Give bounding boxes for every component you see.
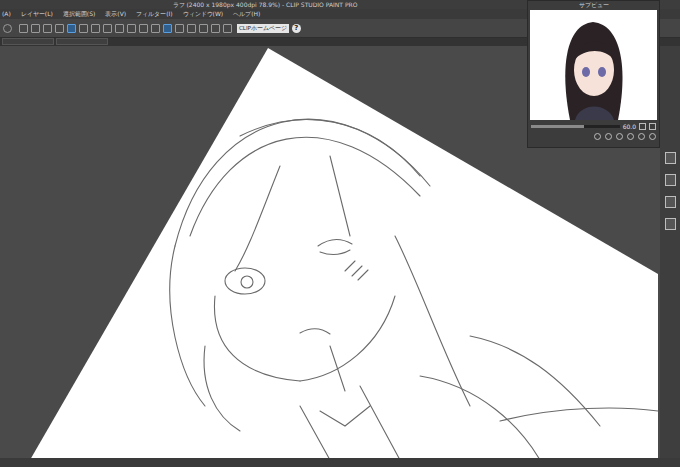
window-title: ラフ (2400 x 1980px 400dpi 78.9%) - CLIP S…	[173, 0, 358, 9]
menu-item[interactable]: レイヤー(L)	[21, 9, 53, 19]
tool-icon[interactable]	[151, 24, 160, 33]
subview-panel[interactable]: サブビュー 60.0	[527, 0, 660, 148]
nav-icon[interactable]	[638, 133, 645, 140]
character-picture	[530, 10, 657, 120]
subview-title: サブビュー	[579, 2, 609, 9]
tool-icon[interactable]	[79, 24, 88, 33]
tool-icon[interactable]	[163, 24, 172, 33]
menu-item[interactable]: ウィンドウ(W)	[183, 9, 224, 19]
tool-icon[interactable]	[55, 24, 64, 33]
tool-icon[interactable]	[91, 24, 100, 33]
homepage-button[interactable]: CLIPホームページ	[237, 24, 289, 33]
panel-icon[interactable]	[665, 174, 676, 186]
menu-item[interactable]: ヘルプ(H)	[233, 9, 260, 19]
side-panel-strip	[660, 46, 680, 458]
subview-image	[530, 10, 657, 120]
subview-header: サブビュー	[528, 1, 659, 10]
help-button[interactable]: ?	[292, 24, 301, 33]
tool-icon[interactable]	[43, 24, 52, 33]
sketch	[170, 119, 658, 458]
zoom-row: 60.0	[528, 120, 659, 131]
menu-item[interactable]: (A)	[2, 9, 11, 19]
canvas-tab[interactable]	[56, 38, 108, 45]
tool-icon[interactable]	[103, 24, 112, 33]
panel-icon[interactable]	[665, 218, 676, 230]
tool-icon[interactable]	[199, 24, 208, 33]
nav-icon[interactable]	[627, 133, 634, 140]
tool-icon[interactable]	[31, 24, 40, 33]
tool-icon[interactable]	[127, 24, 136, 33]
tool-icon[interactable]	[175, 24, 184, 33]
status-bar	[0, 458, 680, 467]
menu-item[interactable]: 表示(V)	[105, 9, 126, 19]
nav-icon[interactable]	[649, 133, 656, 140]
tool-icon[interactable]	[19, 24, 28, 33]
zoom-icon[interactable]	[639, 123, 646, 130]
panel-icon[interactable]	[665, 196, 676, 208]
eye-icon[interactable]	[3, 24, 12, 33]
tool-icon[interactable]	[67, 24, 76, 33]
menu-item[interactable]: 選択範囲(S)	[63, 9, 96, 19]
tool-icon[interactable]	[223, 24, 232, 33]
menu-item[interactable]: フィルター(I)	[136, 9, 172, 19]
nav-icon[interactable]	[616, 133, 623, 140]
zoom-fill	[531, 125, 584, 128]
tool-icon[interactable]	[187, 24, 196, 33]
tool-icon[interactable]	[139, 24, 148, 33]
nav-icon[interactable]	[605, 133, 612, 140]
tool-icon[interactable]	[115, 24, 124, 33]
nav-icon[interactable]	[594, 133, 601, 140]
panel-icon[interactable]	[665, 152, 676, 164]
canvas-tab[interactable]	[2, 38, 54, 45]
zoom-slider[interactable]	[531, 125, 620, 128]
tool-icon[interactable]	[211, 24, 220, 33]
clip-studio-window: ラフ (2400 x 1980px 400dpi 78.9%) - CLIP S…	[0, 0, 680, 467]
subview-icons	[528, 131, 659, 142]
rotate-icon[interactable]	[649, 123, 656, 130]
zoom-value[interactable]: 60.0	[623, 123, 636, 130]
